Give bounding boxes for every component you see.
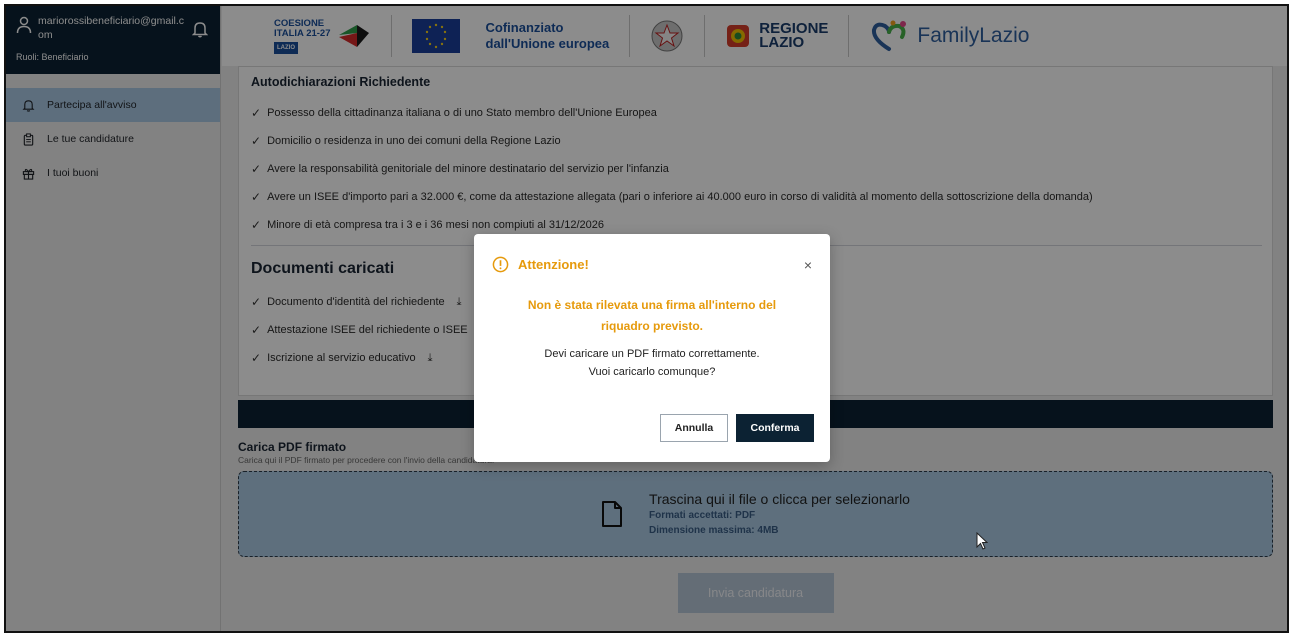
close-icon[interactable]: × [804,257,812,273]
warning-icon [492,256,509,273]
dialog-warning: Non è stata rilevata una firma all'inter… [474,295,830,337]
message-line: Vuoi caricarlo comunque? [588,366,716,378]
warning-dialog: Attenzione! × Non è stata rilevata una f… [474,234,830,462]
message-line: Devi caricare un PDF firmato correttamen… [544,348,760,360]
confirm-button[interactable]: Conferma [736,414,814,442]
dialog-title: Attenzione! [518,257,589,272]
dialog-actions: Annulla Conferma [660,414,814,442]
mouse-cursor-icon [976,532,988,550]
warning-line: Non è stata rilevata una firma all'inter… [527,298,777,312]
cancel-button[interactable]: Annulla [660,414,728,442]
dialog-message: Devi caricare un PDF firmato correttamen… [474,345,830,381]
warning-line: riquadro previsto. [600,319,704,333]
